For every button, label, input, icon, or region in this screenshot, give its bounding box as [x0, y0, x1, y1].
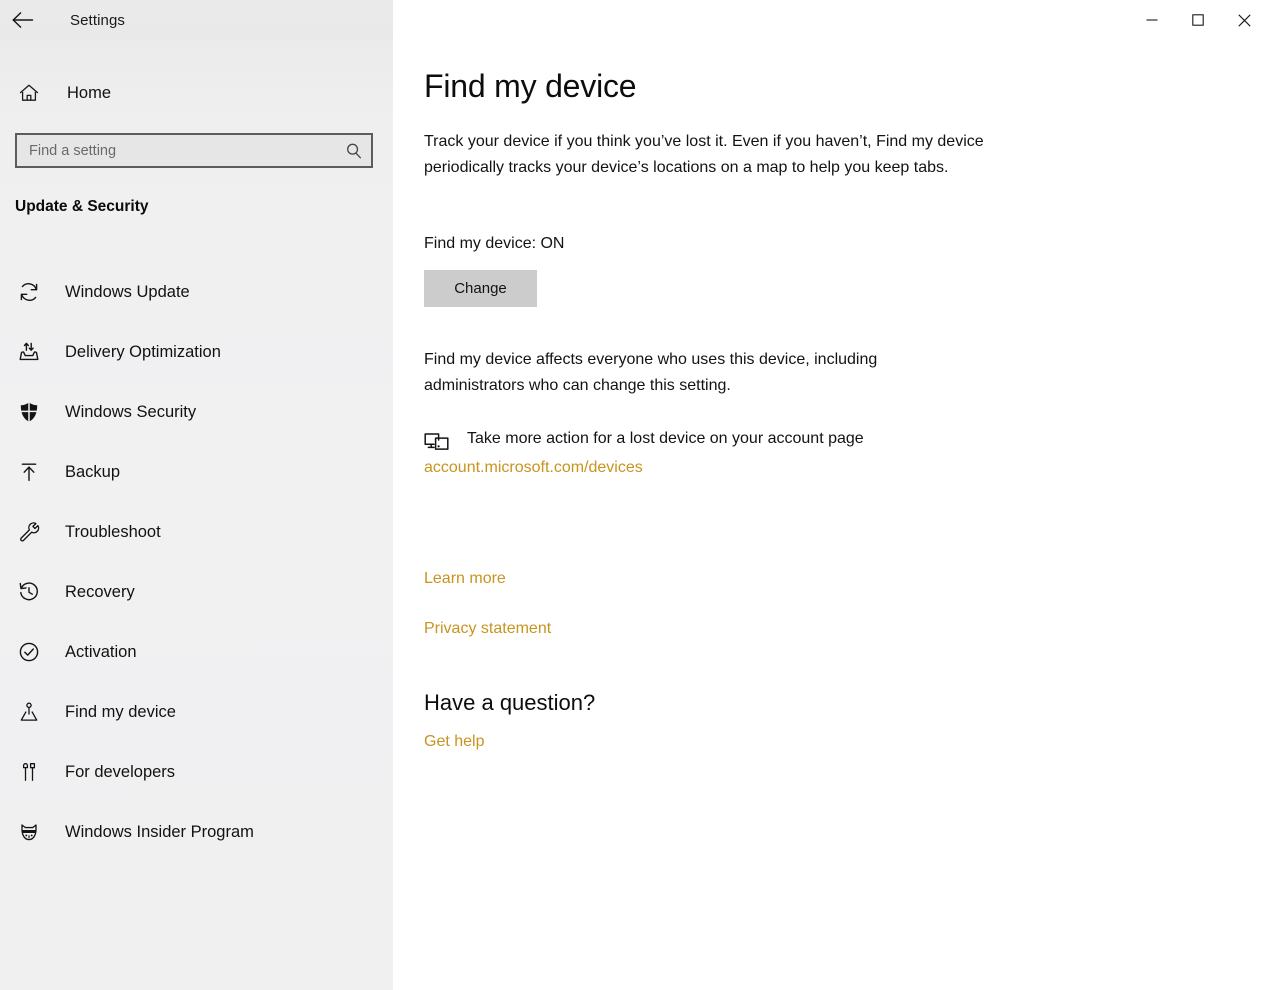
- affects-text: Find my device affects everyone who uses…: [424, 351, 878, 394]
- sidebar-item-label: Activation: [65, 642, 137, 661]
- app-title: Settings: [70, 11, 125, 29]
- sidebar-item-troubleshoot[interactable]: Troubleshoot: [0, 502, 393, 562]
- window-controls: [393, 0, 1267, 40]
- title-bar-left: Settings: [0, 0, 393, 40]
- sidebar-item-recovery[interactable]: Recovery: [0, 562, 393, 622]
- main-content: Find my device Track your device if you …: [393, 0, 1267, 990]
- sidebar-item-windows-security[interactable]: Windows Security: [0, 382, 393, 442]
- sidebar-item-home[interactable]: Home: [0, 76, 393, 110]
- search-input[interactable]: [17, 135, 337, 166]
- sidebar-item-label: Windows Update: [65, 282, 190, 301]
- settings-window: Home Update & Security: [0, 0, 1267, 990]
- account-page-link[interactable]: account.microsoft.com/devices: [424, 459, 1044, 477]
- sidebar-item-label: Windows Insider Program: [65, 822, 254, 841]
- account-page-row: Take more action for a lost device on yo…: [424, 428, 1044, 455]
- account-page-block: Take more action for a lost device on yo…: [424, 428, 1044, 477]
- find-my-device-status: Find my device: ON: [424, 235, 565, 252]
- maximize-icon[interactable]: [1175, 0, 1221, 40]
- search-icon[interactable]: [337, 135, 371, 166]
- sidebar-item-label: Backup: [65, 462, 121, 481]
- sidebar-item-home-label: Home: [67, 83, 112, 102]
- page-title: Find my device: [424, 68, 637, 104]
- sidebar-item-delivery-optimization[interactable]: Delivery Optimization: [0, 322, 393, 382]
- history-clock-icon: [12, 575, 46, 609]
- sidebar-nav-list: Windows Update Delivery Optimization Win…: [0, 262, 393, 862]
- change-button[interactable]: Change: [424, 270, 537, 307]
- developer-tools-icon: [12, 755, 46, 789]
- sidebar-item-find-my-device[interactable]: Find my device: [0, 682, 393, 742]
- home-icon: [14, 82, 44, 104]
- minimize-icon[interactable]: [1129, 0, 1175, 40]
- sidebar-group-title: Update & Security: [15, 198, 149, 215]
- sidebar-item-label: For developers: [65, 762, 176, 781]
- sidebar-item-label: Find my device: [65, 702, 176, 721]
- sidebar-item-backup[interactable]: Backup: [0, 442, 393, 502]
- backup-upload-icon: [12, 455, 46, 489]
- ninjacat-icon: [12, 815, 46, 849]
- sync-icon: [12, 275, 46, 309]
- sidebar-item-windows-insider-program[interactable]: Windows Insider Program: [0, 802, 393, 862]
- devices-icon: [424, 429, 454, 455]
- sidebar-item-label: Troubleshoot: [65, 522, 161, 541]
- sidebar-item-label: Recovery: [65, 582, 135, 601]
- account-page-text: Take more action for a lost device on yo…: [467, 430, 864, 447]
- privacy-statement-link[interactable]: Privacy statement: [424, 620, 551, 638]
- delivery-optimization-icon: [12, 335, 46, 369]
- sidebar-item-activation[interactable]: Activation: [0, 622, 393, 682]
- back-arrow-icon[interactable]: [0, 0, 46, 40]
- have-a-question-heading: Have a question?: [424, 690, 596, 715]
- get-help-link[interactable]: Get help: [424, 733, 484, 751]
- close-icon[interactable]: [1221, 0, 1267, 40]
- title-bar: Settings: [0, 0, 1267, 40]
- check-circle-icon: [12, 635, 46, 669]
- find-my-device-icon: [12, 695, 46, 729]
- wrench-icon: [12, 515, 46, 549]
- sidebar-item-label: Windows Security: [65, 402, 197, 421]
- sidebar-item-label: Delivery Optimization: [65, 342, 221, 361]
- learn-more-link[interactable]: Learn more: [424, 570, 506, 588]
- intro-text: Track your device if you think you’ve lo…: [424, 133, 984, 176]
- sidebar-item-for-developers[interactable]: For developers: [0, 742, 393, 802]
- shield-icon: [12, 395, 46, 429]
- sidebar: Home Update & Security: [0, 0, 393, 990]
- sidebar-item-windows-update[interactable]: Windows Update: [0, 262, 393, 322]
- search-box[interactable]: [15, 133, 373, 168]
